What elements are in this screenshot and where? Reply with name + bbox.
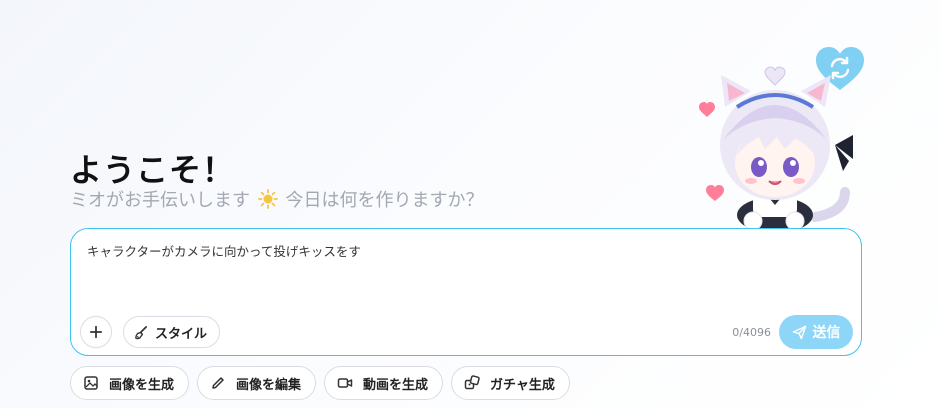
gacha-generate-button[interactable]: ガチャ生成 (451, 366, 570, 400)
edit-image-label: 画像を編集 (236, 377, 302, 393)
sun-icon (257, 189, 278, 209)
gacha-generate-label: ガチャ生成 (490, 377, 555, 393)
quick-actions: 画像を生成 画像を編集 動画を生成 ガチャ生成 (70, 366, 570, 400)
welcome-title: ようこそ！ (70, 151, 236, 189)
send-button[interactable]: 送信 (779, 315, 853, 349)
plus-icon (89, 325, 103, 339)
subtitle-text-start: ミオがお手伝いします (70, 190, 250, 211)
brush-icon (135, 325, 148, 339)
mascot-illustration (699, 66, 853, 233)
generate-video-label: 動画を生成 (363, 377, 429, 393)
generate-image-button[interactable]: 画像を生成 (70, 366, 190, 400)
welcome-subtitle: ミオがお手伝いします 今日は何を作りますか？ (70, 186, 483, 212)
generate-video-button[interactable]: 動画を生成 (324, 366, 444, 400)
edit-image-button[interactable]: 画像を編集 (197, 366, 317, 400)
welcome-screen: ようこそ！ ミオがお手伝いします 今日は何を作りますか？ キャラクターがカメラに… (0, 0, 940, 408)
prompt-box: キャラクターがカメラに向かって投げキッスをす スタイル 0/4096 送信 (70, 228, 862, 356)
image-icon (84, 376, 98, 390)
paper-plane-icon (792, 325, 806, 339)
add-attachment-button[interactable] (80, 316, 112, 348)
char-count: 0/4096 (732, 326, 771, 339)
style-button[interactable]: スタイル (123, 316, 221, 348)
video-icon (337, 378, 353, 388)
generate-image-label: 画像を生成 (109, 377, 175, 393)
subtitle-text-end: 今日は何を作りますか？ (285, 190, 484, 211)
send-button-label: 送信 (812, 325, 841, 341)
prompt-input[interactable]: キャラクターがカメラに向かって投げキッスをす (87, 241, 845, 311)
style-button-label: スタイル (155, 326, 208, 342)
dice-icon (464, 375, 480, 390)
pencil-icon (212, 377, 224, 389)
